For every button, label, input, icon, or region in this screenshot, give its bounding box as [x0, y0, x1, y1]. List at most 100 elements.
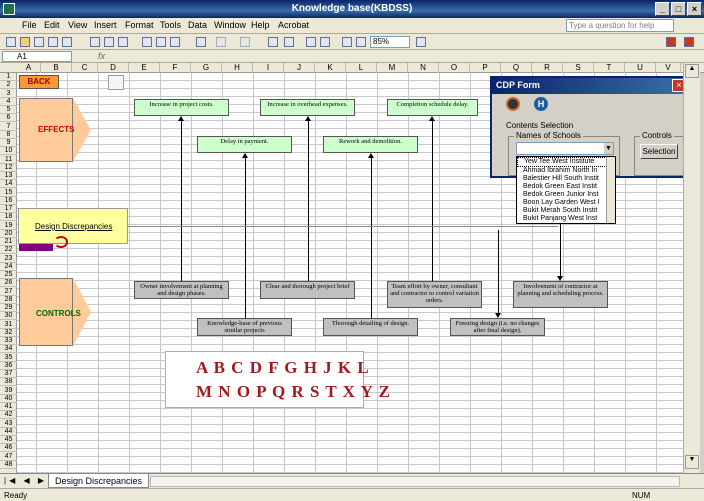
close-button[interactable]: ×	[687, 2, 702, 16]
combobox-dropdown-icon[interactable]: ▼	[604, 143, 613, 154]
redo-icon[interactable]	[240, 37, 250, 47]
pdf-convert-icon[interactable]	[666, 37, 676, 47]
list-item[interactable]: Bedok Green East Instit	[517, 183, 615, 191]
row-header[interactable]: 35	[0, 354, 17, 362]
function-icon[interactable]: fx	[98, 51, 105, 61]
menu-tools[interactable]: Tools	[160, 20, 181, 30]
column-header[interactable]: H	[222, 63, 253, 73]
menu-data[interactable]: Data	[188, 20, 207, 30]
menu-view[interactable]: View	[68, 20, 87, 30]
list-item[interactable]: Balestier Hill South Instit	[517, 175, 615, 183]
hyperlink-icon[interactable]	[268, 37, 278, 47]
column-header[interactable]: L	[346, 63, 377, 73]
row-header[interactable]: 36	[0, 362, 17, 370]
column-header[interactable]: Q	[501, 63, 532, 73]
column-header[interactable]: J	[284, 63, 315, 73]
copy-icon[interactable]	[156, 37, 166, 47]
row-header[interactable]: 21	[0, 238, 17, 246]
sort-descending-icon[interactable]	[320, 37, 330, 47]
row-header[interactable]: 44	[0, 428, 17, 436]
column-header[interactable]: C	[72, 63, 98, 73]
list-item[interactable]: Bedok Green Junior Inst	[517, 191, 615, 199]
help-icon[interactable]	[416, 37, 426, 47]
restore-button[interactable]: □	[671, 2, 686, 16]
menu-window[interactable]: Window	[214, 20, 246, 30]
column-header[interactable]: A	[17, 63, 41, 73]
print-icon[interactable]	[90, 37, 100, 47]
column-header[interactable]: D	[98, 63, 129, 73]
column-header[interactable]: S	[563, 63, 594, 73]
row-header[interactable]: 8	[0, 131, 17, 139]
row-header[interactable]: 11	[0, 156, 17, 164]
column-header[interactable]: B	[41, 63, 72, 73]
column-header[interactable]: N	[408, 63, 439, 73]
row-header[interactable]: 12	[0, 164, 17, 172]
horizontal-scrollbar[interactable]	[150, 476, 680, 487]
column-header[interactable]: I	[253, 63, 284, 73]
row-header[interactable]: 38	[0, 378, 17, 387]
row-header[interactable]: 5	[0, 106, 17, 114]
school-combobox[interactable]	[516, 142, 614, 155]
row-header[interactable]: 29	[0, 304, 17, 312]
menu-edit[interactable]: Edit	[44, 20, 60, 30]
row-header[interactable]: 1	[0, 73, 17, 81]
row-header[interactable]: 4	[0, 98, 17, 106]
row-header[interactable]: 48	[0, 461, 17, 469]
row-header[interactable]: 23	[0, 255, 17, 263]
minimize-button[interactable]: _	[655, 2, 670, 16]
row-header[interactable]: 9	[0, 139, 17, 147]
row-header[interactable]: 41	[0, 403, 17, 411]
scroll-down-icon[interactable]: ▼	[685, 455, 699, 469]
picture-icon[interactable]	[108, 75, 124, 90]
row-header[interactable]: 39	[0, 387, 17, 395]
column-header[interactable]: R	[532, 63, 563, 73]
cut-icon[interactable]	[142, 37, 152, 47]
autosum-icon[interactable]	[284, 37, 294, 47]
row-header[interactable]: 42	[0, 411, 17, 420]
zoom-select[interactable]: 85%	[370, 36, 410, 48]
form-home-icon[interactable]: H	[534, 97, 548, 111]
column-header[interactable]: T	[594, 63, 625, 73]
row-header[interactable]: 46	[0, 444, 17, 453]
help-search-input[interactable]: Type a question for help	[566, 19, 674, 32]
row-header[interactable]: 13	[0, 172, 17, 180]
column-header[interactable]: K	[315, 63, 346, 73]
email-icon[interactable]	[62, 37, 72, 47]
menu-help[interactable]: Help	[251, 20, 270, 30]
alphabet-row-2[interactable]: M N O P Q R S T X Y Z	[196, 382, 391, 402]
selection-button[interactable]: Selection	[640, 144, 678, 159]
row-header[interactable]: 16	[0, 197, 17, 205]
row-header[interactable]: 34	[0, 345, 17, 354]
chart-wizard-icon[interactable]	[342, 37, 352, 47]
open-icon[interactable]	[20, 37, 30, 47]
list-item[interactable]: Bukit Panjang West Inst	[517, 215, 615, 223]
list-item[interactable]: Bukit Merah South Instit	[517, 207, 615, 215]
row-header[interactable]: 15	[0, 189, 17, 197]
list-item[interactable]: Yew Tee West Institute	[517, 157, 615, 167]
menu-format[interactable]: Format	[125, 20, 154, 30]
list-item[interactable]: Boon Lay Garden West I	[517, 199, 615, 207]
column-header[interactable]: O	[439, 63, 470, 73]
row-header[interactable]: 31	[0, 321, 17, 329]
row-header[interactable]: 20	[0, 230, 17, 238]
row-header[interactable]: 37	[0, 370, 17, 378]
scroll-up-icon[interactable]: ▲	[685, 64, 699, 78]
row-header[interactable]: 24	[0, 263, 17, 271]
drawing-icon[interactable]	[356, 37, 366, 47]
row-header[interactable]: 25	[0, 271, 17, 279]
form-logo-icon[interactable]	[506, 97, 520, 111]
row-header[interactable]: 30	[0, 312, 17, 321]
row-header[interactable]: 26	[0, 279, 17, 288]
name-box[interactable]: A1	[2, 51, 72, 62]
row-header[interactable]: 47	[0, 453, 17, 461]
spelling-icon[interactable]	[118, 37, 128, 47]
row-header[interactable]: 3	[0, 90, 17, 98]
paste-icon[interactable]	[170, 37, 180, 47]
column-header[interactable]: U	[625, 63, 656, 73]
pdf-email-icon[interactable]	[684, 37, 694, 47]
list-scrollbar[interactable]	[606, 157, 615, 223]
column-header[interactable]: P	[470, 63, 501, 73]
row-header[interactable]: 32	[0, 329, 17, 337]
print-preview-icon[interactable]	[104, 37, 114, 47]
permission-icon[interactable]	[48, 37, 58, 47]
